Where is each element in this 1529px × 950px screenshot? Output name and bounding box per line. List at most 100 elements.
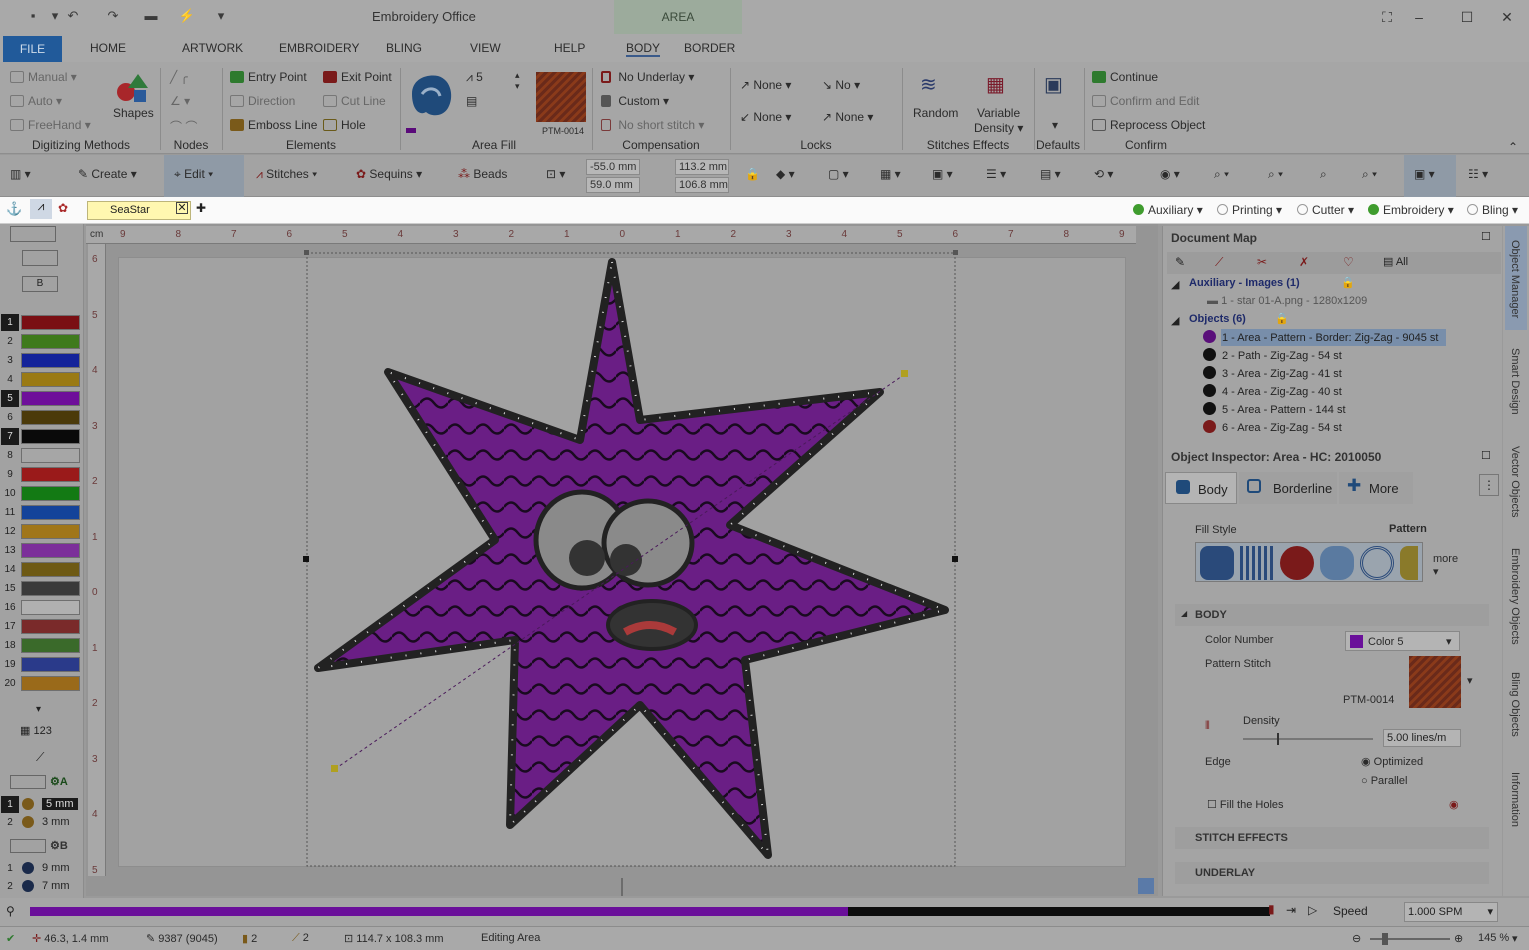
- resize-handle-tl[interactable]: [304, 250, 309, 255]
- aux-group[interactable]: Auxiliary - Images (1): [1189, 277, 1300, 289]
- collapse-icon[interactable]: ◢: [1181, 609, 1187, 618]
- density-slider[interactable]: [1243, 738, 1373, 740]
- object-label: 2 - Path - Zig-Zag - 54 st: [1222, 350, 1342, 362]
- zoom-selection-icon[interactable]: ⌕: [1320, 167, 1327, 182]
- collapse-ribbon-icon[interactable]: ⌃: [1508, 140, 1518, 154]
- object-item[interactable]: 2 - Path - Zig-Zag - 54 st: [1203, 348, 1342, 362]
- objects-group[interactable]: Objects (6): [1189, 313, 1246, 325]
- more-fills-button[interactable]: more ▾: [1433, 553, 1458, 578]
- underlay-label: UNDERLAY: [1195, 867, 1256, 879]
- stitch-icon[interactable]: ✗: [1299, 255, 1309, 269]
- side-tab-smart-design[interactable]: Smart Design: [1509, 348, 1521, 415]
- expand-icon[interactable]: ◢: [1171, 278, 1179, 291]
- player-icon[interactable]: ⚲: [6, 904, 15, 918]
- canvas-corner-button[interactable]: [1138, 878, 1154, 894]
- visibility-cutter[interactable]: Cutter ▾: [1297, 203, 1354, 217]
- object-item[interactable]: 5 - Area - Pattern - 144 st: [1203, 402, 1346, 416]
- resize-handle-right[interactable]: [952, 556, 958, 562]
- panel-pin-icon[interactable]: ☐: [1481, 230, 1491, 243]
- pattern-dropdown-icon[interactable]: ▾: [1467, 674, 1473, 687]
- inspector-pin-icon[interactable]: ☐: [1481, 449, 1491, 462]
- aux-image-item[interactable]: ▬ 1 - star 01-A.png - 1280x1209: [1207, 295, 1367, 307]
- zoom-dropdown-icon[interactable]: ▾: [1512, 932, 1518, 945]
- timeline-end-icon[interactable]: ▮: [1268, 902, 1275, 916]
- brush-icon[interactable]: ⟋: [1215, 255, 1223, 270]
- speed-label: Speed: [1333, 904, 1368, 918]
- zoom-level: 145 %: [1478, 932, 1510, 944]
- density-icon: ⦀: [1205, 720, 1210, 732]
- inspector-tab-more[interactable]: ✚ More: [1339, 472, 1413, 504]
- expand-icon[interactable]: ◢: [1171, 314, 1179, 327]
- maximize-button[interactable]: ☐: [1452, 6, 1482, 28]
- color-swatch: [1350, 635, 1363, 648]
- scissors-icon[interactable]: ✂: [1257, 255, 1267, 269]
- zoom-icon[interactable]: ⌕ ▾: [1214, 167, 1229, 182]
- minimize-button[interactable]: –: [1404, 6, 1434, 28]
- fill-cross-option[interactable]: [1320, 546, 1354, 580]
- body-section-header[interactable]: BODY: [1175, 604, 1489, 626]
- color-picker-icon[interactable]: ◉ ▾: [1160, 167, 1180, 181]
- optimized-radio[interactable]: ◉ Optimized: [1361, 755, 1423, 768]
- fill-holes-checkbox[interactable]: ☐ Fill the Holes: [1207, 798, 1284, 811]
- heart-icon[interactable]: ♡: [1343, 255, 1354, 269]
- stitch-effects-header[interactable]: STITCH EFFECTS: [1175, 827, 1489, 849]
- zoom-slider-thumb[interactable]: [1382, 933, 1388, 945]
- play-icon[interactable]: ▷: [1308, 903, 1317, 917]
- pattern-stitch-preview[interactable]: [1409, 656, 1461, 708]
- status-bar: ✔ ✛ 46.3, 1.4 mm ✎ 9387 (9045) ▮ 2 ⟋ 2 ⊡…: [0, 926, 1529, 950]
- all-button[interactable]: ▤ All: [1383, 255, 1408, 268]
- pattern-stitch-name: PTM-0014: [1343, 694, 1395, 706]
- parallel-radio[interactable]: ○ Parallel: [1361, 775, 1407, 787]
- density-slider-thumb[interactable]: [1277, 733, 1279, 745]
- density-label: Density: [1243, 715, 1280, 727]
- objects-lock-icon[interactable]: 🔒: [1275, 312, 1289, 325]
- object-item[interactable]: 6 - Area - Zig-Zag - 54 st: [1203, 420, 1342, 434]
- zoom-out-icon[interactable]: ⊖: [1352, 932, 1361, 945]
- timeline-bar[interactable]: [30, 907, 1270, 916]
- view-mode-icon[interactable]: ▣ ▾: [1414, 167, 1435, 181]
- speed-value: 1.000 SPM: [1408, 906, 1463, 918]
- step-icon[interactable]: ⇥: [1286, 903, 1296, 917]
- fill-pattern-option[interactable]: [1200, 546, 1234, 580]
- direction-handle-end[interactable]: [901, 370, 908, 377]
- inspector-menu-icon[interactable]: ⋮: [1479, 474, 1499, 496]
- resize-handle-tr[interactable]: [953, 250, 958, 255]
- direction-handle-start[interactable]: [331, 765, 338, 772]
- ok-icon: ✔: [6, 933, 16, 945]
- speed-select[interactable]: 1.000 SPM ▾: [1404, 902, 1498, 922]
- close-button[interactable]: ✕: [1492, 6, 1522, 28]
- aux-lock-icon[interactable]: 🔒: [1341, 276, 1355, 289]
- visibility-printing[interactable]: Printing ▾: [1217, 203, 1282, 217]
- visibility-bling[interactable]: Bling ▾: [1467, 203, 1518, 217]
- pen-icon[interactable]: ✎: [1175, 255, 1185, 269]
- starfish-design[interactable]: [0, 0, 1160, 900]
- embroidery-label: Embroidery: [1383, 203, 1445, 217]
- visibility-embroidery[interactable]: Embroidery ▾: [1368, 203, 1454, 217]
- object-item[interactable]: 3 - Area - Zig-Zag - 41 st: [1203, 366, 1342, 380]
- density-input[interactable]: 5.00 lines/m: [1383, 729, 1461, 747]
- object-item[interactable]: 4 - Area - Zig-Zag - 40 st: [1203, 384, 1342, 398]
- object-label: 4 - Area - Zig-Zag - 40 st: [1222, 386, 1342, 398]
- fullscreen-icon[interactable]: ⛶: [1372, 6, 1402, 28]
- side-tab-information[interactable]: Information: [1509, 772, 1521, 827]
- side-tab-bling-objects[interactable]: Bling Objects: [1509, 672, 1521, 737]
- side-tab-embroidery-objects[interactable]: Embroidery Objects: [1509, 548, 1521, 645]
- zoom-fit-icon[interactable]: ⌕ ▾: [1268, 167, 1283, 182]
- zoom-page-icon[interactable]: ⌕ ▾: [1362, 167, 1377, 182]
- side-tab-object-manager[interactable]: Object Manager: [1509, 240, 1521, 318]
- zoom-in-icon[interactable]: ⊕: [1454, 932, 1463, 945]
- fill-motif-option[interactable]: [1280, 546, 1314, 580]
- inspector-tab-body[interactable]: Body: [1165, 472, 1237, 504]
- color-number-select[interactable]: Color 5 ▾: [1345, 631, 1460, 651]
- resize-handle-left[interactable]: [303, 556, 309, 562]
- side-tab-vector-objects[interactable]: Vector Objects: [1509, 446, 1521, 518]
- fill-contour-option[interactable]: [1360, 546, 1394, 580]
- underlay-header[interactable]: UNDERLAY: [1175, 862, 1489, 884]
- embroidery-dot: [1368, 204, 1379, 215]
- fill-holes-icon[interactable]: ◉: [1449, 798, 1459, 811]
- inspector-tab-borderline[interactable]: Borderline: [1239, 472, 1337, 504]
- object-item[interactable]: 1 - Area - Pattern - Border: Zig-Zag - 9…: [1203, 330, 1438, 344]
- list-view-icon[interactable]: ☷ ▾: [1468, 167, 1488, 181]
- fill-gradient-option[interactable]: [1400, 546, 1418, 580]
- fill-satin-option[interactable]: [1240, 546, 1274, 580]
